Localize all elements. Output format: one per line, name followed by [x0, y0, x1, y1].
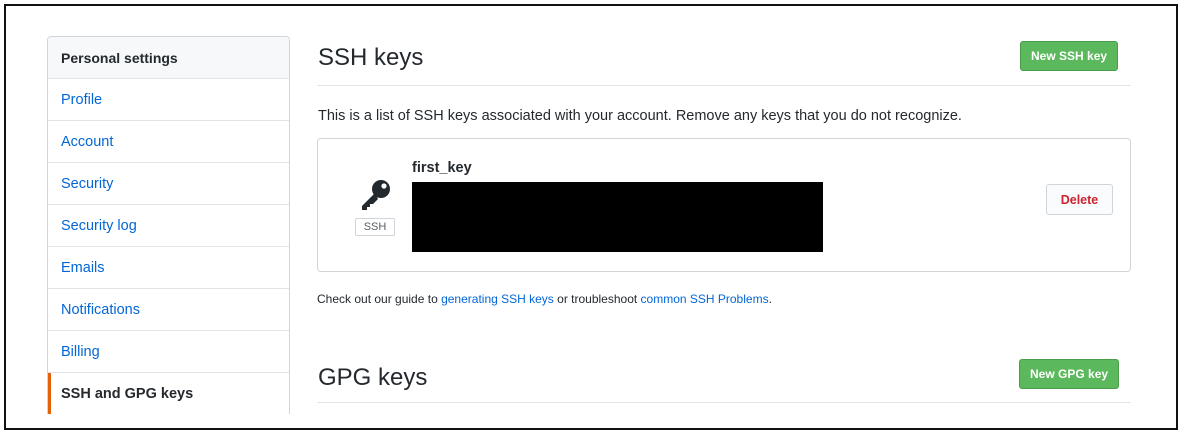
sidebar-item-billing[interactable]: Billing [48, 331, 289, 373]
redacted-key-details [412, 182, 823, 252]
delete-key-button[interactable]: Delete [1046, 184, 1113, 215]
sidebar-item-notifications[interactable]: Notifications [48, 289, 289, 331]
common-ssh-problems-link[interactable]: common SSH Problems [641, 292, 769, 306]
ssh-keys-title: SSH keys [318, 44, 424, 71]
guide-suffix: . [768, 292, 772, 306]
gpg-keys-title: GPG keys [318, 364, 428, 391]
ssh-guide-text: Check out our guide to generating SSH ke… [317, 292, 772, 306]
guide-prefix: Check out our guide to [317, 292, 442, 306]
new-ssh-key-button[interactable]: New SSH key [1020, 41, 1119, 71]
key-type-badge: SSH [355, 218, 395, 236]
new-gpg-key-button[interactable]: New GPG key [1019, 359, 1120, 389]
sidebar-item-account[interactable]: Account [48, 121, 289, 163]
sidebar-item-profile[interactable]: Profile [48, 79, 289, 121]
sidebar-item-security-log[interactable]: Security log [48, 205, 289, 247]
settings-sidebar: Personal settings Profile Account Securi… [47, 36, 290, 414]
sidebar-item-ssh-gpg-keys[interactable]: SSH and GPG keys [48, 373, 289, 414]
sidebar-header: Personal settings [48, 37, 289, 79]
sidebar-item-security[interactable]: Security [48, 163, 289, 205]
sidebar-item-emails[interactable]: Emails [48, 247, 289, 289]
ssh-keys-description: This is a list of SSH keys associated wi… [318, 108, 962, 124]
key-icon [362, 180, 390, 210]
ssh-section-divider [317, 85, 1131, 86]
generating-ssh-keys-link[interactable]: generating SSH keys [441, 292, 554, 306]
guide-middle: or troubleshoot [553, 292, 641, 306]
ssh-key-item: SSH first_key Delete [317, 138, 1131, 272]
key-title: first_key [412, 160, 472, 176]
gpg-section-divider [317, 402, 1131, 403]
